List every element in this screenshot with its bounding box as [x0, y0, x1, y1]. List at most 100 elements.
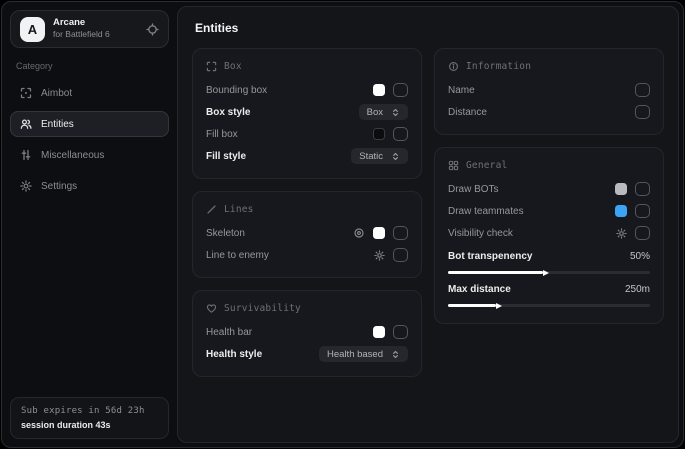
bot-transparency-slider[interactable]	[448, 271, 650, 274]
sidebar-item-aimbot[interactable]: Aimbot	[10, 80, 169, 106]
color-swatch[interactable]	[373, 128, 385, 140]
chevron-up-down-icon	[391, 350, 400, 359]
info-circle-icon	[448, 61, 459, 72]
card-title: Lines	[224, 204, 254, 215]
app-subtitle: for Battlefield 6	[53, 30, 138, 40]
app-header-card: A Arcane for Battlefield 6	[10, 10, 169, 48]
dropdown-value: Static	[359, 151, 383, 162]
sidebar-item-label: Miscellaneous	[41, 150, 104, 161]
draw-bots-checkbox[interactable]	[635, 182, 650, 196]
setting-row: Draw teammates	[448, 200, 650, 222]
sidebar-nav: Aimbot Entities Miscellaneous	[10, 80, 169, 199]
diagonal-line-icon	[206, 204, 217, 215]
grid-icon	[448, 160, 459, 171]
setting-row: Line to enemy	[206, 244, 408, 266]
setting-label: Skeleton	[206, 228, 245, 239]
color-swatch[interactable]	[615, 183, 627, 195]
setting-label: Draw BOTs	[448, 184, 499, 195]
setting-label: Max distance	[448, 284, 511, 295]
setting-label: Health style	[206, 349, 262, 360]
setting-label: Name	[448, 85, 475, 96]
survivability-card: Survivability Health bar Health style He…	[192, 290, 422, 377]
gear-icon[interactable]	[616, 228, 627, 239]
setting-label: Draw teammates	[448, 206, 524, 217]
chevron-up-down-icon	[391, 108, 400, 117]
distance-checkbox[interactable]	[635, 105, 650, 119]
setting-label: Bot transpenency	[448, 251, 532, 262]
page-title: Entities	[195, 21, 664, 35]
sliders-icon	[20, 149, 32, 161]
max-distance-slider-row: Max distance 250m	[448, 279, 650, 307]
session-duration-text: session duration 43s	[21, 420, 158, 430]
main-panel: Entities Box Bounding box	[177, 6, 679, 443]
setting-label: Box style	[206, 107, 250, 118]
general-card: General Draw BOTs Draw teammates	[434, 147, 664, 324]
category-label: Category	[16, 61, 163, 71]
slider-value: 50%	[630, 251, 650, 262]
color-swatch[interactable]	[373, 84, 385, 96]
chevron-up-down-icon	[391, 152, 400, 161]
heart-icon	[206, 303, 217, 314]
sidebar-item-label: Entities	[41, 119, 74, 130]
setting-row: Skeleton	[206, 222, 408, 244]
color-swatch[interactable]	[615, 205, 627, 217]
name-checkbox[interactable]	[635, 83, 650, 97]
setting-row: Box style Box	[206, 101, 408, 123]
fill-style-dropdown[interactable]: Static	[351, 148, 408, 164]
health-style-dropdown[interactable]: Health based	[319, 346, 408, 362]
dropdown-value: Box	[367, 107, 383, 118]
sidebar-item-entities[interactable]: Entities	[10, 111, 169, 137]
setting-label: Fill box	[206, 129, 238, 140]
sidebar-item-miscellaneous[interactable]: Miscellaneous	[10, 142, 169, 168]
setting-row: Fill style Static	[206, 145, 408, 167]
card-title: General	[466, 160, 507, 171]
draw-teammates-checkbox[interactable]	[635, 204, 650, 218]
visibility-check-checkbox[interactable]	[635, 226, 650, 240]
users-icon	[20, 118, 32, 130]
health-bar-checkbox[interactable]	[393, 325, 408, 339]
app-title-block: Arcane for Battlefield 6	[53, 18, 138, 40]
slider-thumb[interactable]	[543, 270, 549, 276]
aimbot-crosshair-icon	[20, 87, 32, 99]
sidebar: A Arcane for Battlefield 6 Category	[2, 2, 177, 447]
slider-thumb[interactable]	[496, 303, 502, 309]
skeleton-checkbox[interactable]	[393, 226, 408, 240]
subscription-card: Sub expires in 56d 23h session duration …	[10, 397, 169, 439]
gear-icon	[20, 180, 32, 192]
setting-row: Bounding box	[206, 79, 408, 101]
setting-row: Health bar	[206, 321, 408, 343]
setting-row: Health style Health based	[206, 343, 408, 365]
setting-row: Draw BOTs	[448, 178, 650, 200]
information-card: Information Name Distance	[434, 48, 664, 135]
setting-row: Name	[448, 79, 650, 101]
setting-row: Fill box	[206, 123, 408, 145]
sub-expires-text: Sub expires in 56d 23h	[21, 406, 158, 416]
bounding-box-checkbox[interactable]	[393, 83, 408, 97]
setting-label: Fill style	[206, 151, 246, 162]
card-title: Box	[224, 61, 242, 72]
crosshair-icon[interactable]	[146, 23, 159, 36]
max-distance-slider[interactable]	[448, 304, 650, 307]
color-swatch[interactable]	[373, 326, 385, 338]
app-logo: A	[20, 17, 45, 42]
fill-box-checkbox[interactable]	[393, 127, 408, 141]
sidebar-item-settings[interactable]: Settings	[10, 173, 169, 199]
sidebar-item-label: Settings	[41, 181, 77, 192]
box-card: Box Bounding box Box style Box	[192, 48, 422, 179]
box-style-dropdown[interactable]: Box	[359, 104, 408, 120]
setting-label: Health bar	[206, 327, 252, 338]
slider-value: 250m	[625, 284, 650, 295]
card-title: Information	[466, 61, 531, 72]
gear-icon[interactable]	[374, 250, 385, 261]
dropdown-value: Health based	[327, 349, 383, 360]
setting-row: Visibility check	[448, 222, 650, 244]
setting-label: Distance	[448, 107, 487, 118]
app-name: Arcane	[53, 18, 138, 29]
setting-row: Distance	[448, 101, 650, 123]
color-swatch[interactable]	[373, 227, 385, 239]
line-to-enemy-checkbox[interactable]	[393, 248, 408, 262]
lines-card: Lines Skeleton Line to enemy	[192, 191, 422, 278]
setting-label: Line to enemy	[206, 250, 269, 261]
bot-transparency-slider-row: Bot transpenency 50%	[448, 246, 650, 274]
target-circle-icon[interactable]	[353, 227, 365, 239]
